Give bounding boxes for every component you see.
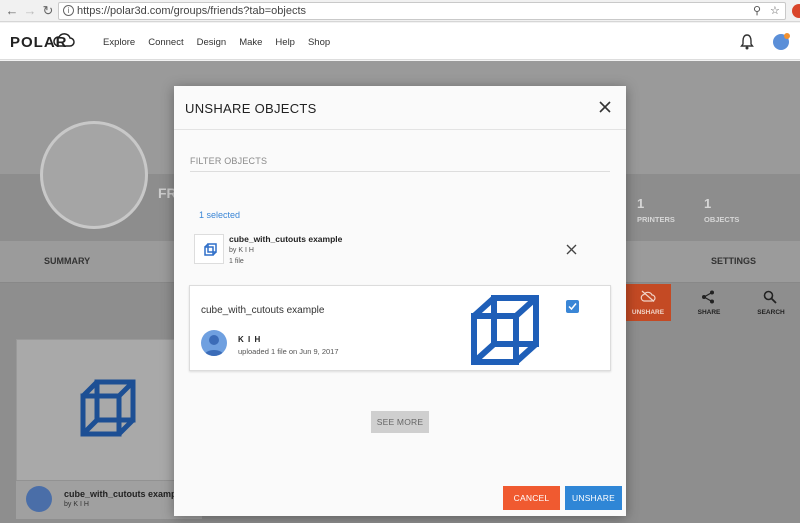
close-icon[interactable]	[598, 100, 612, 114]
share-action-button[interactable]: SHARE	[686, 284, 732, 321]
search-action-button[interactable]: SEARCH	[748, 284, 794, 321]
selected-count: 1 selected	[199, 210, 241, 220]
tab-settings[interactable]: SETTINGS	[711, 256, 756, 266]
arrow-left-icon[interactable]: ←	[4, 3, 20, 19]
nav-shop[interactable]: Shop	[308, 37, 330, 48]
selected-item-files: 1 file	[229, 258, 244, 265]
nav-design[interactable]: Design	[197, 37, 227, 48]
dialog-divider	[174, 129, 626, 130]
extension-icon[interactable]	[792, 4, 800, 18]
tab-summary[interactable]: SUMMARY	[44, 256, 90, 266]
cloud-off-icon	[640, 290, 656, 302]
search-icon	[763, 290, 777, 304]
unshare-button[interactable]: UNSHARE	[565, 486, 622, 510]
object-card-author: by K I H	[64, 501, 89, 508]
stat-objects: 1 OBJECTS	[704, 196, 740, 224]
unshare-objects-dialog: UNSHARE OBJECTS 1 selected cube_with_cut…	[174, 86, 626, 516]
object-card[interactable]: cube_with_cutouts example K I H uploaded…	[189, 285, 611, 371]
cube-thumbnail-icon	[204, 243, 217, 256]
reload-icon[interactable]: ↻	[40, 3, 56, 19]
check-icon	[568, 303, 577, 311]
address-bar[interactable]: i https://polar3d.com/groups/friends?tab…	[58, 2, 786, 20]
see-more-button[interactable]: SEE MORE	[371, 411, 429, 433]
cube-model-icon	[471, 295, 539, 365]
remove-selected-icon[interactable]	[566, 244, 577, 255]
dialog-title: UNSHARE OBJECTS	[185, 101, 317, 116]
main-nav: Explore Connect Design Make Help Shop	[103, 37, 343, 48]
author-avatar	[26, 486, 52, 512]
object-card-title[interactable]: cube_with_cutouts exampl	[64, 489, 179, 499]
arrow-right-icon[interactable]: →	[22, 3, 38, 19]
author-avatar	[201, 330, 227, 356]
selected-item-title: cube_with_cutouts example	[229, 234, 343, 244]
browser-toolbar: ← → ↻ i https://polar3d.com/groups/frien…	[0, 0, 800, 22]
unshare-action-button[interactable]: UNSHARE	[625, 284, 671, 321]
object-checkbox[interactable]	[566, 300, 579, 313]
notification-dot	[784, 33, 790, 39]
url-text: https://polar3d.com/groups/friends?tab=o…	[77, 5, 306, 17]
group-avatar	[40, 121, 148, 229]
nav-help[interactable]: Help	[275, 37, 295, 48]
site-header: POLAR Explore Connect Design Make Help S…	[0, 23, 800, 60]
star-icon[interactable]: ☆	[770, 4, 780, 17]
cube-thumbnail-icon	[80, 379, 136, 437]
stat-printers: 1 PRINTERS	[637, 196, 675, 224]
zoom-icon[interactable]: ⚲	[753, 4, 761, 17]
selected-item-author: by K I H	[229, 247, 254, 254]
nav-explore[interactable]: Explore	[103, 37, 135, 48]
info-icon[interactable]: i	[63, 5, 74, 16]
filter-objects-input[interactable]	[190, 150, 610, 172]
cloud-logo-icon	[53, 33, 75, 47]
cancel-button[interactable]: CANCEL	[503, 486, 560, 510]
bell-icon[interactable]	[740, 34, 754, 50]
share-icon	[702, 290, 714, 304]
object-author: K I H	[238, 335, 262, 344]
person-icon	[204, 335, 224, 356]
nav-connect[interactable]: Connect	[148, 37, 183, 48]
nav-make[interactable]: Make	[239, 37, 262, 48]
object-title: cube_with_cutouts example	[201, 305, 325, 316]
selected-item-thumbnail	[194, 234, 224, 264]
object-upload-meta: uploaded 1 file on Jun 9, 2017	[238, 347, 339, 356]
